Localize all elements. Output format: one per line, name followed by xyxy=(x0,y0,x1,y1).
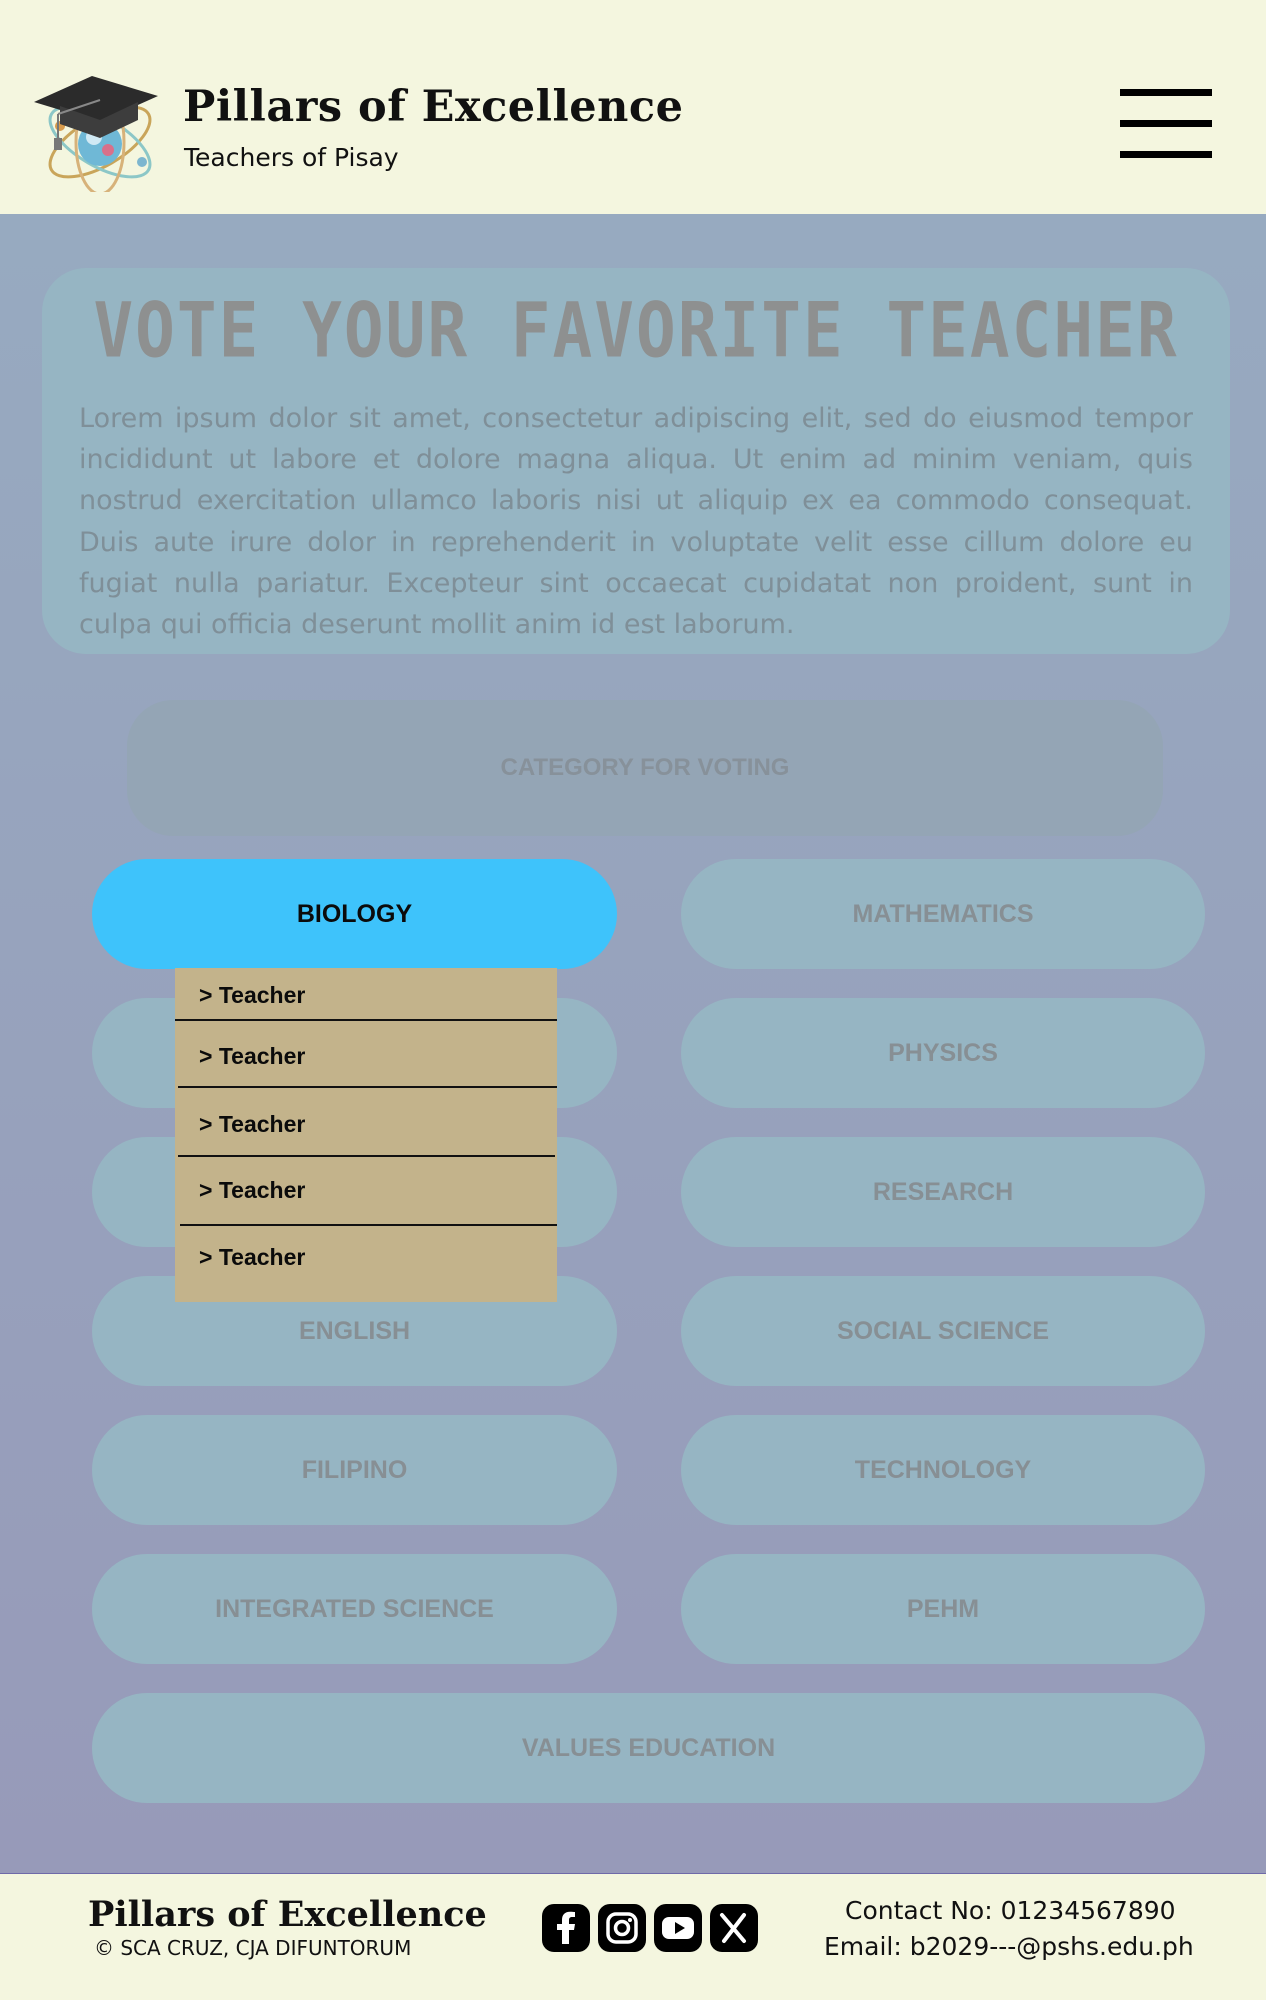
subject-button-technology[interactable]: TECHNOLOGY xyxy=(681,1415,1205,1525)
intro-card: VOTE YOUR FAVORITE TEACHER Lorem ipsum d… xyxy=(42,268,1230,654)
dropdown-item-teacher[interactable]: > Teacher xyxy=(199,1177,305,1204)
youtube-icon[interactable] xyxy=(654,1904,702,1952)
x-icon[interactable] xyxy=(710,1904,758,1952)
menu-bar xyxy=(1120,151,1212,158)
subject-button-research[interactable]: RESEARCH xyxy=(681,1137,1205,1247)
page-title: VOTE YOUR FAVORITE TEACHER xyxy=(93,286,1179,375)
subject-button-mathematics[interactable]: MATHEMATICS xyxy=(681,859,1205,969)
dropdown-divider xyxy=(178,1086,557,1088)
intro-text: Lorem ipsum dolor sit amet, consectetur … xyxy=(79,403,1193,641)
facebook-icon[interactable] xyxy=(542,1904,590,1952)
subject-button-physics[interactable]: PHYSICS xyxy=(681,998,1205,1108)
menu-bar xyxy=(1120,89,1212,96)
dropdown-item-teacher[interactable]: > Teacher xyxy=(199,1244,305,1271)
dropdown-item-teacher[interactable]: > Teacher xyxy=(199,982,305,1009)
hamburger-menu-icon[interactable] xyxy=(1120,86,1214,162)
dropdown-divider xyxy=(178,1155,555,1157)
site-title: Pillars of Excellence xyxy=(183,82,684,132)
dropdown-item-teacher[interactable]: > Teacher xyxy=(199,1111,305,1138)
dropdown-divider xyxy=(180,1224,557,1226)
site-footer: Pillars of Excellence © SCA CRUZ, CJA DI… xyxy=(0,1874,1266,2000)
subject-button-pehm[interactable]: PEHM xyxy=(681,1554,1205,1664)
subject-button-social-science[interactable]: SOCIAL SCIENCE xyxy=(681,1276,1205,1386)
dropdown-item-teacher[interactable]: > Teacher xyxy=(199,1043,305,1070)
dropdown-divider xyxy=(175,1019,557,1021)
subject-button-biology[interactable]: BIOLOGY xyxy=(92,859,617,969)
footer-title: Pillars of Excellence xyxy=(88,1894,487,1935)
menu-bar xyxy=(1120,120,1212,127)
contact-email[interactable]: Email: b2029---@pshs.edu.ph xyxy=(824,1932,1194,1961)
subject-button-values-education[interactable]: VALUES EDUCATION xyxy=(92,1693,1205,1803)
subject-button-filipino[interactable]: FILIPINO xyxy=(92,1415,617,1525)
contact-number: Contact No: 01234567890 xyxy=(845,1896,1176,1925)
category-heading: CATEGORY FOR VOTING xyxy=(127,700,1163,836)
footer-copyright: © SCA CRUZ, CJA DIFUNTORUM xyxy=(94,1936,412,1960)
instagram-icon[interactable] xyxy=(598,1904,646,1952)
teacher-dropdown: > Teacher > Teacher > Teacher > Teacher … xyxy=(175,968,557,1302)
site-subtitle: Teachers of Pisay xyxy=(184,143,399,172)
graduation-cap-atom-icon[interactable] xyxy=(30,74,162,192)
site-header: Pillars of Excellence Teachers of Pisay xyxy=(0,0,1266,214)
subject-button-integrated-science[interactable]: INTEGRATED SCIENCE xyxy=(92,1554,617,1664)
